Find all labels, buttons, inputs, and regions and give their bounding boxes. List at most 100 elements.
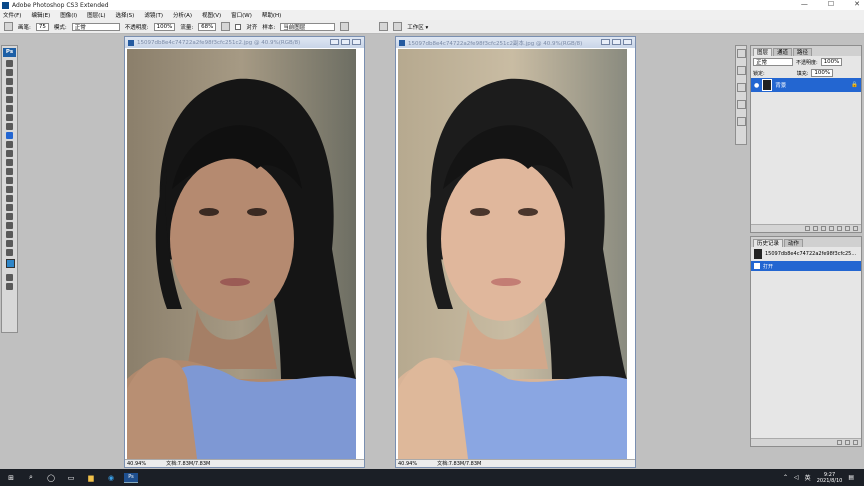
slice-tool-icon[interactable] (6, 105, 13, 112)
windows-start-icon[interactable]: ⊞ (4, 473, 18, 483)
file-explorer-icon[interactable]: ▆ (84, 473, 98, 483)
task-view-icon[interactable]: ◯ (44, 473, 58, 483)
hand-icon[interactable] (6, 240, 13, 247)
history-step-open[interactable]: 打开 (751, 261, 861, 271)
new-document-icon[interactable] (837, 440, 842, 445)
gradient-icon[interactable] (6, 159, 13, 166)
eye-icon[interactable]: ● (754, 82, 759, 89)
doc-minimize-button[interactable] (330, 39, 339, 45)
paragraph-icon[interactable] (737, 100, 746, 109)
screen-mode-icon[interactable] (6, 283, 13, 290)
toggle-palette-icon[interactable] (379, 22, 389, 31)
doc-minimize-button[interactable] (601, 39, 610, 45)
network-icon[interactable]: ⌃ (783, 474, 788, 481)
type-icon[interactable] (6, 195, 13, 202)
zoom-level[interactable]: 40.94% (398, 461, 417, 467)
clock[interactable]: 9:27 2021/8/10 (817, 472, 843, 484)
minimize-button[interactable]: — (801, 0, 808, 8)
new-layer-icon[interactable] (845, 226, 850, 231)
document-title-bar[interactable]: 15097db8e4c74722a2fe98f3cfc251c2.jpg @ 4… (125, 37, 364, 48)
new-group-icon[interactable] (837, 226, 842, 231)
crop-tool-icon[interactable] (6, 96, 13, 103)
fill-input[interactable]: 100% (811, 69, 834, 77)
eyedropper-icon[interactable] (6, 231, 13, 238)
character-icon[interactable] (737, 117, 746, 126)
blur-icon[interactable] (6, 168, 13, 175)
zoom-level[interactable]: 40.94% (127, 461, 146, 467)
notes-icon[interactable] (6, 222, 13, 229)
doc-maximize-button[interactable] (341, 39, 350, 45)
brush-tool-icon[interactable] (6, 123, 13, 130)
menu-image[interactable]: 图像(I) (60, 11, 77, 19)
document-window-right[interactable]: 15097db8e4c74722a2fe98f3cfc251c2副本.jpg @… (395, 36, 636, 468)
align-checkbox[interactable] (235, 23, 242, 30)
bridge-icon[interactable] (393, 22, 403, 31)
quick-mask-icon[interactable] (6, 274, 13, 281)
doc-close-button[interactable] (623, 39, 632, 45)
sample-select[interactable]: 当前图层 (280, 22, 336, 31)
flow-input[interactable]: 68% (198, 22, 217, 31)
trash-icon[interactable] (853, 440, 858, 445)
lasso-tool-icon[interactable] (6, 78, 13, 85)
document-size[interactable]: 文档:7.83M/7.83M (437, 460, 481, 467)
menu-view[interactable]: 视图(V) (202, 11, 221, 19)
blend-mode-select[interactable]: 正常 (753, 58, 793, 66)
photo-retouched[interactable] (398, 49, 627, 459)
navigator-icon[interactable] (737, 49, 746, 58)
move-tool-icon[interactable] (6, 60, 13, 67)
menu-window[interactable]: 窗口(W) (231, 11, 252, 19)
eraser-icon[interactable] (6, 150, 13, 157)
airbrush-icon[interactable] (221, 22, 231, 31)
shape-icon[interactable] (6, 213, 13, 220)
close-button[interactable]: ✕ (854, 0, 860, 8)
history-brush-icon[interactable] (6, 141, 13, 148)
menu-edit[interactable]: 编辑(E) (31, 11, 50, 19)
link-layers-icon[interactable] (805, 226, 810, 231)
doc-close-button[interactable] (352, 39, 361, 45)
magic-wand-tool-icon[interactable] (6, 87, 13, 94)
adjustment-layer-icon[interactable] (829, 226, 834, 231)
layer-mask-icon[interactable] (821, 226, 826, 231)
opacity-input[interactable]: 100% (153, 22, 176, 31)
menu-layer[interactable]: 图层(L) (87, 11, 105, 19)
dodge-icon[interactable] (6, 177, 13, 184)
path-selection-icon[interactable] (6, 204, 13, 211)
tab-channels[interactable]: 通道 (773, 48, 793, 56)
histogram-icon[interactable] (737, 66, 746, 75)
search-icon[interactable]: ⌕ (24, 473, 38, 483)
mode-select[interactable]: 正常 (71, 22, 120, 31)
info-icon[interactable] (737, 83, 746, 92)
photoshop-taskbar-icon[interactable]: Ps (124, 472, 138, 483)
task-switch-icon[interactable]: ▭ (64, 473, 78, 483)
clone-stamp-icon[interactable] (6, 132, 13, 139)
document-size[interactable]: 文档:7.83M/7.83M (166, 460, 210, 467)
document-window-left[interactable]: 15097db8e4c74722a2fe98f3cfc251c2.jpg @ 4… (124, 36, 365, 468)
workspace-menu[interactable]: 工作区 ▾ (407, 23, 428, 31)
ignore-adjustment-icon[interactable] (340, 22, 350, 31)
trash-icon[interactable] (853, 226, 858, 231)
foreground-color-swatch[interactable] (6, 259, 15, 268)
edge-browser-icon[interactable]: ◉ (104, 473, 118, 483)
menu-help[interactable]: 帮助(H) (262, 11, 281, 19)
doc-maximize-button[interactable] (612, 39, 621, 45)
tab-history[interactable]: 历史记录 (753, 239, 784, 247)
speaker-icon[interactable]: ◁ (794, 474, 799, 481)
pen-icon[interactable] (6, 186, 13, 193)
menu-filter[interactable]: 滤镜(T) (144, 11, 163, 19)
clone-stamp-tool-icon[interactable] (4, 22, 13, 31)
menu-file[interactable]: 文件(F) (3, 11, 21, 19)
marquee-tool-icon[interactable] (6, 69, 13, 76)
zoom-icon[interactable] (6, 249, 13, 256)
layer-opacity-input[interactable]: 100% (820, 58, 843, 66)
input-language[interactable]: 英 (805, 473, 811, 482)
tab-actions[interactable]: 动作 (784, 239, 804, 247)
notifications-icon[interactable]: ▤ (848, 474, 854, 481)
camera-icon[interactable] (845, 440, 850, 445)
document-title-bar[interactable]: 15097db8e4c74722a2fe98f3cfc251c2副本.jpg @… (396, 37, 635, 48)
brush-size-picker[interactable]: 75 (35, 22, 49, 31)
tab-paths[interactable]: 路径 (793, 48, 813, 56)
healing-brush-icon[interactable] (6, 114, 13, 121)
layer-style-icon[interactable] (813, 226, 818, 231)
history-snapshot[interactable]: 15097db8e4c74722a2fe98f3cfc25... (751, 247, 861, 261)
menu-analysis[interactable]: 分析(A) (173, 11, 192, 19)
